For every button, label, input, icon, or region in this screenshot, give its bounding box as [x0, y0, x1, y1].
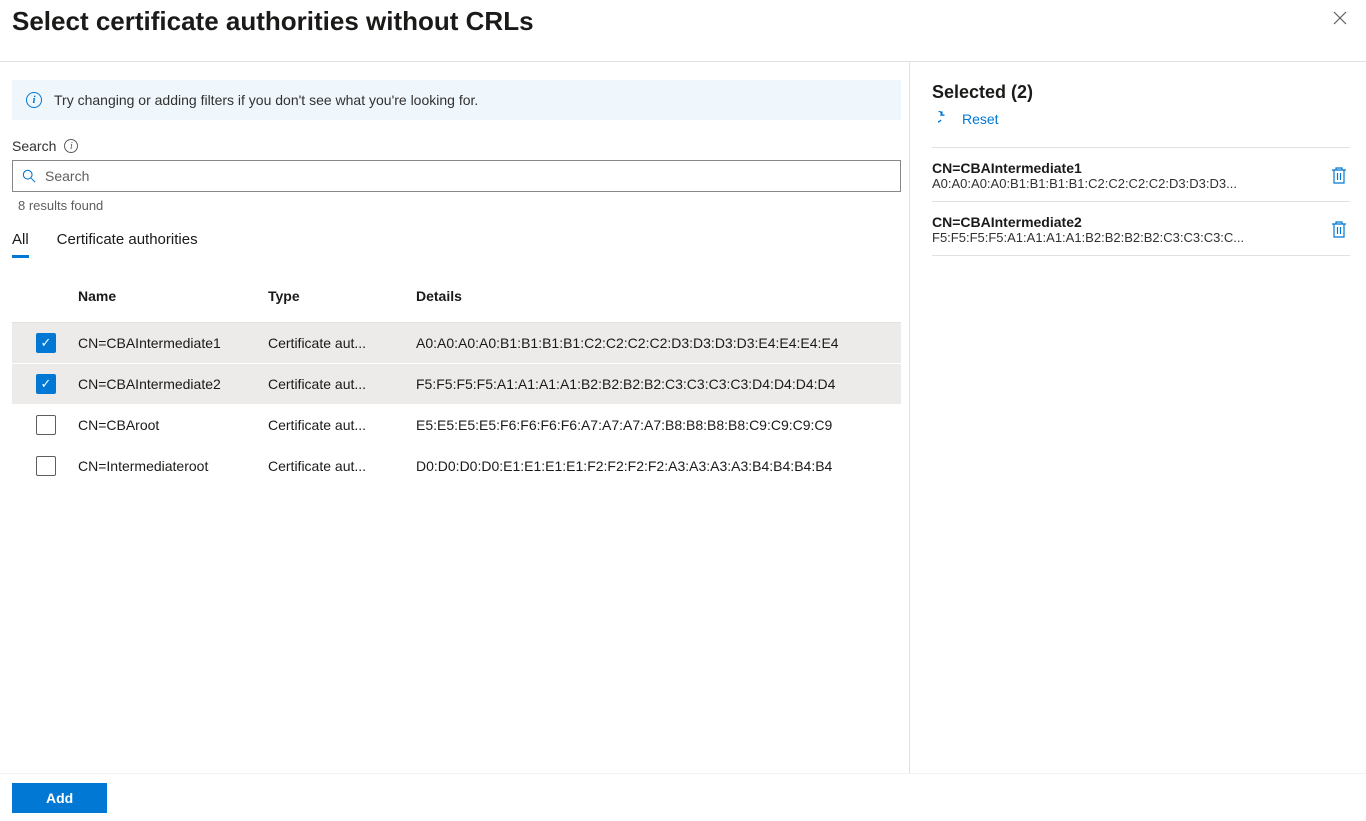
row-name: CN=CBAIntermediate1: [68, 323, 258, 364]
table-row[interactable]: ✓ CN=CBAIntermediate1 Certificate aut...…: [12, 323, 901, 364]
tab-all[interactable]: All: [12, 223, 29, 258]
selected-item-detail: F5:F5:F5:F5:A1:A1:A1:A1:B2:B2:B2:B2:C3:C…: [932, 230, 1306, 245]
row-checkbox[interactable]: ✓: [36, 333, 56, 353]
info-icon: i: [26, 92, 42, 108]
info-bar: i Try changing or adding filters if you …: [12, 80, 901, 120]
results-table-wrap: Name Type Details ✓ CN=CBAIntermediate1 …: [12, 270, 901, 821]
remove-selected-button[interactable]: [1330, 165, 1350, 187]
picker-left-pane: i Try changing or adding filters if you …: [0, 62, 910, 821]
row-type: Certificate aut...: [258, 323, 406, 364]
reset-button[interactable]: Reset: [932, 111, 1350, 141]
tabs: All Certificate authorities: [12, 223, 901, 258]
panel-footer: Add: [0, 773, 1366, 821]
panel-header: Select certificate authorities without C…: [0, 0, 1366, 62]
col-select-header: [12, 270, 68, 323]
close-icon: [1332, 10, 1348, 26]
row-details: E5:E5:E5:E5:F6:F6:F6:F6:A7:A7:A7:A7:B8:B…: [406, 405, 901, 446]
col-name-header[interactable]: Name: [68, 270, 258, 323]
panel-title: Select certificate authorities without C…: [12, 6, 534, 37]
search-box[interactable]: [12, 160, 901, 192]
row-details: F5:F5:F5:F5:A1:A1:A1:A1:B2:B2:B2:B2:C3:C…: [406, 364, 901, 405]
selected-item-detail: A0:A0:A0:A0:B1:B1:B1:B1:C2:C2:C2:C2:D3:D…: [932, 176, 1306, 191]
tab-certificate-authorities[interactable]: Certificate authorities: [57, 223, 198, 258]
reset-label: Reset: [962, 111, 999, 127]
row-type: Certificate aut...: [258, 446, 406, 487]
trash-icon: [1330, 219, 1348, 239]
row-details: A0:A0:A0:A0:B1:B1:B1:B1:C2:C2:C2:C2:D3:D…: [406, 323, 901, 364]
selected-item: CN=CBAIntermediate2 F5:F5:F5:F5:A1:A1:A1…: [932, 201, 1350, 256]
row-type: Certificate aut...: [258, 405, 406, 446]
row-details: D0:D0:D0:D0:E1:E1:E1:E1:F2:F2:F2:F2:A3:A…: [406, 446, 901, 487]
add-button[interactable]: Add: [12, 783, 107, 813]
undo-icon: [938, 111, 954, 127]
row-name: CN=CBAroot: [68, 405, 258, 446]
close-button[interactable]: [1326, 6, 1354, 33]
help-icon[interactable]: i: [64, 139, 78, 153]
selected-list: CN=CBAIntermediate1 A0:A0:A0:A0:B1:B1:B1…: [932, 147, 1350, 256]
results-table: Name Type Details ✓ CN=CBAIntermediate1 …: [12, 270, 901, 487]
row-name: CN=CBAIntermediate2: [68, 364, 258, 405]
results-count: 8 results found: [12, 192, 901, 223]
search-input[interactable]: [45, 165, 892, 187]
col-details-header[interactable]: Details: [406, 270, 901, 323]
selected-item: CN=CBAIntermediate1 A0:A0:A0:A0:B1:B1:B1…: [932, 147, 1350, 201]
selected-item-name: CN=CBAIntermediate2: [932, 214, 1306, 230]
row-checkbox[interactable]: ✓: [36, 374, 56, 394]
row-type: Certificate aut...: [258, 364, 406, 405]
table-row[interactable]: CN=CBAroot Certificate aut... E5:E5:E5:E…: [12, 405, 901, 446]
table-row[interactable]: CN=Intermediateroot Certificate aut... D…: [12, 446, 901, 487]
row-checkbox[interactable]: [36, 415, 56, 435]
selected-heading: Selected (2): [932, 82, 1350, 103]
row-name: CN=Intermediateroot: [68, 446, 258, 487]
info-message: Try changing or adding filters if you do…: [54, 92, 478, 108]
search-icon: [21, 168, 37, 184]
trash-icon: [1330, 165, 1348, 185]
table-row[interactable]: ✓ CN=CBAIntermediate2 Certificate aut...…: [12, 364, 901, 405]
selected-pane: Selected (2) Reset CN=CBAIntermediate1 A…: [910, 62, 1366, 821]
selected-item-name: CN=CBAIntermediate1: [932, 160, 1306, 176]
remove-selected-button[interactable]: [1330, 219, 1350, 241]
row-checkbox[interactable]: [36, 456, 56, 476]
col-type-header[interactable]: Type: [258, 270, 406, 323]
search-label: Search: [12, 138, 56, 154]
